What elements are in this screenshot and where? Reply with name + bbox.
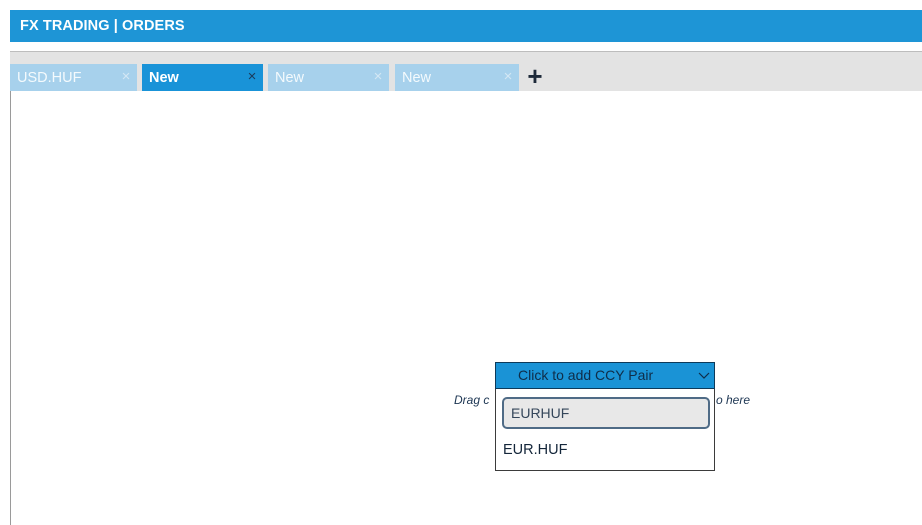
close-icon[interactable]: × [501,64,515,90]
plus-icon: + [527,61,543,91]
tab-bar: USD.HUF × New × New × New × + [10,51,922,92]
tab-label: New [275,70,305,86]
ccy-pair-dropdown-menu: EURHUF EUR.HUF [495,389,715,471]
content-panel [10,91,922,525]
tab-new-active[interactable]: New × [142,64,263,92]
add-ccy-pair-label: Click to add CCY Pair [518,367,654,383]
tab-new-2[interactable]: New × [268,64,389,92]
tab-label: New [402,70,432,86]
add-ccy-pair-dropdown[interactable]: Click to add CCY Pair [495,362,715,389]
app-title-bar: FX TRADING | ORDERS [10,10,922,42]
tab-usd-huf[interactable]: USD.HUF × [10,64,137,92]
ccy-option-item[interactable]: EUR.HUF [496,437,714,463]
tab-label: USD.HUF [17,70,82,86]
close-icon[interactable]: × [119,64,133,90]
ccy-search-input[interactable]: EURHUF [502,397,710,429]
tab-label: New [149,70,179,86]
drop-hint-text-end: o here [716,393,751,407]
drop-hint-text: Drag c [454,393,490,407]
ccy-option-label: EUR.HUF [503,442,568,458]
tab-new-3[interactable]: New × [395,64,519,92]
ccy-search-value: EURHUF [511,405,570,421]
close-icon[interactable]: × [245,64,259,90]
app-title: FX TRADING | ORDERS [20,18,185,34]
add-tab-button[interactable]: + [523,63,547,91]
close-icon[interactable]: × [371,64,385,90]
